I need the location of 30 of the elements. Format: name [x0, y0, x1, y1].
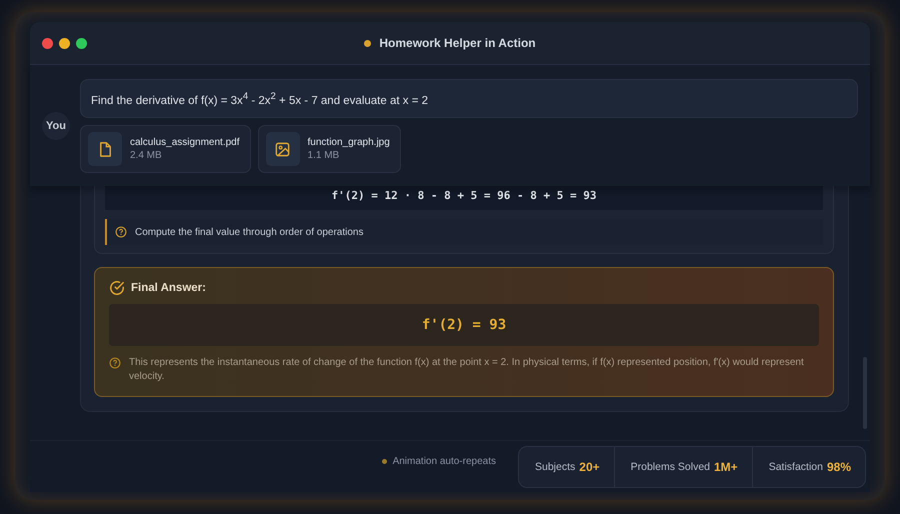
footer-note: Animation auto-repeats: [392, 456, 496, 467]
status-dot-icon: [382, 459, 387, 464]
file-size: 2.4 MB: [130, 150, 163, 162]
file-size: 1.1 MB: [308, 150, 340, 162]
stat-label: Satisfaction: [768, 460, 823, 472]
image-icon: [274, 140, 292, 158]
answer-text: f'(2) = 93: [422, 317, 506, 333]
attachment-card[interactable]: function_graph.jpg 1.1 MB: [258, 125, 401, 174]
file-name: function_graph.jpg: [308, 137, 390, 148]
hint-text: Compute the final value through order of operations: [135, 226, 364, 238]
check-circle-icon: [109, 280, 125, 296]
stat-value: 20+: [579, 460, 600, 474]
window-title: Homework Helper in Action: [379, 36, 536, 50]
stat-value: 1M+: [714, 460, 738, 474]
question-message: Find the derivative of f(x) = 3x$^{4}$ - 2x$^{2}$ + 5x - 7 and evaluate at x = 2: [80, 78, 858, 118]
help-icon: [109, 357, 121, 369]
attachment-card[interactable]: calculus_assignment.pdf 2.4 MB: [80, 125, 251, 174]
formula-text: f'(2) = 12 · 8 - 8 + 5 = 96 - 8 + 5 = 93: [105, 186, 823, 210]
maximize-icon[interactable]: [76, 38, 87, 48]
stat-label: Problems Solved: [630, 460, 710, 472]
close-icon[interactable]: [42, 38, 53, 48]
status-dot-icon: [364, 40, 372, 46]
explanation-text: This represents the instantaneous rate of change of the function f(x) at the point x = 2. In physical terms, if f(x) represented position, f'(x) would represent velocity.: [129, 356, 805, 383]
file-name: calculus_assignment.pdf: [130, 137, 240, 148]
stat-label: Subjects: [534, 460, 576, 472]
final-answer-title: Final Answer:: [131, 282, 206, 294]
minimize-icon[interactable]: [59, 38, 70, 48]
user-avatar: You: [42, 112, 70, 140]
help-icon: [115, 226, 127, 238]
stat-value: 98%: [826, 460, 851, 474]
